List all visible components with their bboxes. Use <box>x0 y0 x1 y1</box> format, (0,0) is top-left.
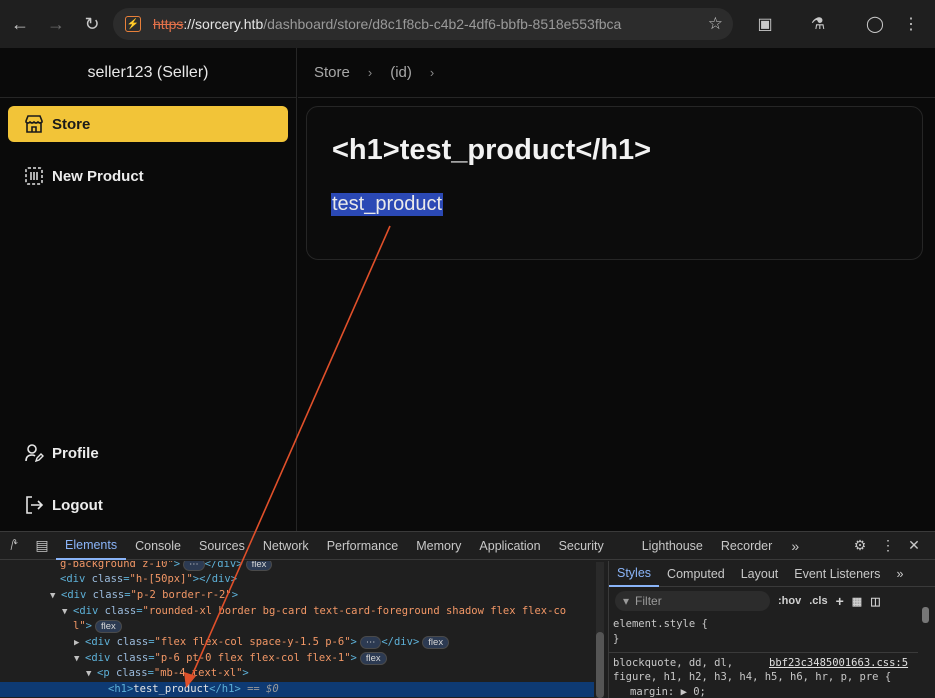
store-icon <box>24 114 44 134</box>
sidebar: seller123 (Seller) Store New Product Pro… <box>0 48 297 531</box>
rule-property: margin: ▶ 0; <box>630 686 706 698</box>
forward-arrow-icon[interactable]: → <box>38 6 74 42</box>
tab-styles[interactable]: Styles <box>609 561 660 587</box>
tab-security[interactable]: Security <box>550 532 613 560</box>
devtools-menu-icon[interactable]: ⋮ <box>874 532 902 560</box>
rule-selector: blockquote, dd, dl, <box>613 657 734 669</box>
settings-gear-icon[interactable]: ⚙ <box>846 532 874 560</box>
bookmark-star-icon[interactable]: ☆ <box>708 14 723 34</box>
sidebar-item-store[interactable]: Store <box>8 106 288 142</box>
tab-network[interactable]: Network <box>254 532 318 560</box>
sidebar-item-label: New Product <box>52 167 144 185</box>
more-tabs-icon[interactable]: » <box>888 561 911 587</box>
dom-node[interactable]: l"> flex <box>73 619 122 634</box>
chevron-right-icon: › <box>367 65 373 80</box>
tab-event-listeners[interactable]: Event Listeners <box>786 561 888 587</box>
dom-node[interactable]: ▶ <div class="flex flex-col space-y-1.5 p… <box>74 635 450 650</box>
element-style-selector: element.style { <box>613 618 708 630</box>
browser-toolbar: ← → ↻ ⚡ https://sorcery.htb/dashboard/st… <box>0 0 935 48</box>
tab-elements[interactable]: Elements <box>56 532 127 560</box>
dom-tree: g-background z-10"> ⋯ </div> flex <div clas… <box>0 561 606 698</box>
tab-layout[interactable]: Layout <box>733 561 787 587</box>
breadcrumb: Store › (id) › <box>298 48 935 98</box>
url-text: https://sorcery.htb/dashboard/store/d8c1… <box>153 16 622 32</box>
tab-recorder[interactable]: Recorder <box>712 532 781 560</box>
styles-tabbar: Styles Computed Layout Event Listeners » <box>609 561 935 587</box>
dom-node[interactable]: ▼ <div class="p-2 border-r-2"> <box>50 588 238 603</box>
paint-icon[interactable]: ▦ <box>852 595 862 608</box>
profile-avatar-icon[interactable]: ◯ <box>857 6 893 42</box>
tab-lighthouse[interactable]: Lighthouse <box>633 532 712 560</box>
tab-performance[interactable]: Performance <box>318 532 408 560</box>
breadcrumb-store[interactable]: Store <box>314 64 350 81</box>
sidebar-item-label: Profile <box>52 444 99 462</box>
css-source-link[interactable]: bbf23c3485001663.css:5 <box>769 657 908 669</box>
devtools-panel: ⭚ ▤ Elements Console Sources Network Per… <box>0 531 935 698</box>
product-description: test_product <box>331 193 444 216</box>
styles-scrollbar-thumb[interactable] <box>922 607 929 623</box>
back-arrow-icon[interactable]: ← <box>2 6 38 42</box>
dom-node[interactable]: ▼ <div class="rounded-xl border bg-card t… <box>62 604 566 619</box>
element-style-close: } <box>613 633 620 645</box>
dom-node[interactable]: <div class="h-[50px]"></div> <box>60 572 237 587</box>
sidebar-item-label: Logout <box>52 496 103 514</box>
styles-filter-input[interactable]: ▾ Filter <box>615 591 770 611</box>
device-toolbar-icon[interactable]: ▤ <box>28 532 56 560</box>
dom-node[interactable]: ▼ <div class="p-6 pt-0 flex flex-col flex… <box>74 651 387 666</box>
sidebar-item-label: Store <box>52 115 91 133</box>
user-pen-icon <box>24 443 44 463</box>
user-label: seller123 (Seller) <box>0 48 296 98</box>
dom-scrollbar-thumb[interactable] <box>596 632 604 698</box>
reload-icon[interactable]: ↻ <box>74 6 110 42</box>
tab-computed[interactable]: Computed <box>659 561 733 587</box>
menu-kebab-icon[interactable]: ⋮ <box>893 6 929 42</box>
product-title: <h1>test_product</h1> <box>332 134 652 166</box>
new-product-icon <box>24 166 44 186</box>
not-secure-icon[interactable]: ⚡ <box>125 16 141 32</box>
hov-button[interactable]: :hov <box>778 595 801 607</box>
inspect-element-icon[interactable]: ⭚ <box>0 532 28 560</box>
filter-icon: ▾ <box>623 594 630 608</box>
rule-divider <box>608 652 918 653</box>
dom-node-selected[interactable]: <h1>test_product</h1> == $0 <box>0 682 594 697</box>
extensions-icon[interactable]: ▣ <box>747 6 783 42</box>
logout-icon <box>24 495 44 515</box>
close-icon[interactable]: ✕ <box>900 532 928 560</box>
dom-node[interactable]: g-background z-10"> ⋯ </div> flex <box>60 561 273 572</box>
sidebar-item-new-product[interactable]: New Product <box>8 158 288 194</box>
styles-filter-row: ▾ Filter :hov .cls + ▦ ◫ <box>609 587 935 615</box>
tab-memory[interactable]: Memory <box>407 532 470 560</box>
sidebar-item-logout[interactable]: Logout <box>8 487 288 523</box>
product-card: <h1>test_product</h1> test_product <box>306 106 923 260</box>
address-bar[interactable]: ⚡ https://sorcery.htb/dashboard/store/d8… <box>113 8 733 40</box>
cls-button[interactable]: .cls <box>809 595 827 607</box>
rule-selector: figure, h1, h2, h3, h4, h5, h6, hr, p, p… <box>613 671 892 683</box>
add-rule-icon[interactable]: + <box>836 593 844 609</box>
sidebar-item-profile[interactable]: Profile <box>8 435 288 471</box>
tab-console[interactable]: Console <box>126 532 190 560</box>
more-tabs-icon[interactable]: » <box>781 532 809 560</box>
devtools-tabbar: ⭚ ▤ Elements Console Sources Network Per… <box>0 532 935 560</box>
tab-application[interactable]: Application <box>470 532 549 560</box>
chevron-right-icon: › <box>429 65 435 80</box>
toggle-sidebar-icon[interactable]: ◫ <box>870 595 880 608</box>
labs-flask-icon[interactable]: ⚗ <box>800 6 836 42</box>
dom-node[interactable]: ▼ <p class="mb-4 text-xl"> <box>86 666 249 681</box>
breadcrumb-id[interactable]: (id) <box>390 64 412 81</box>
tab-sources[interactable]: Sources <box>190 532 254 560</box>
